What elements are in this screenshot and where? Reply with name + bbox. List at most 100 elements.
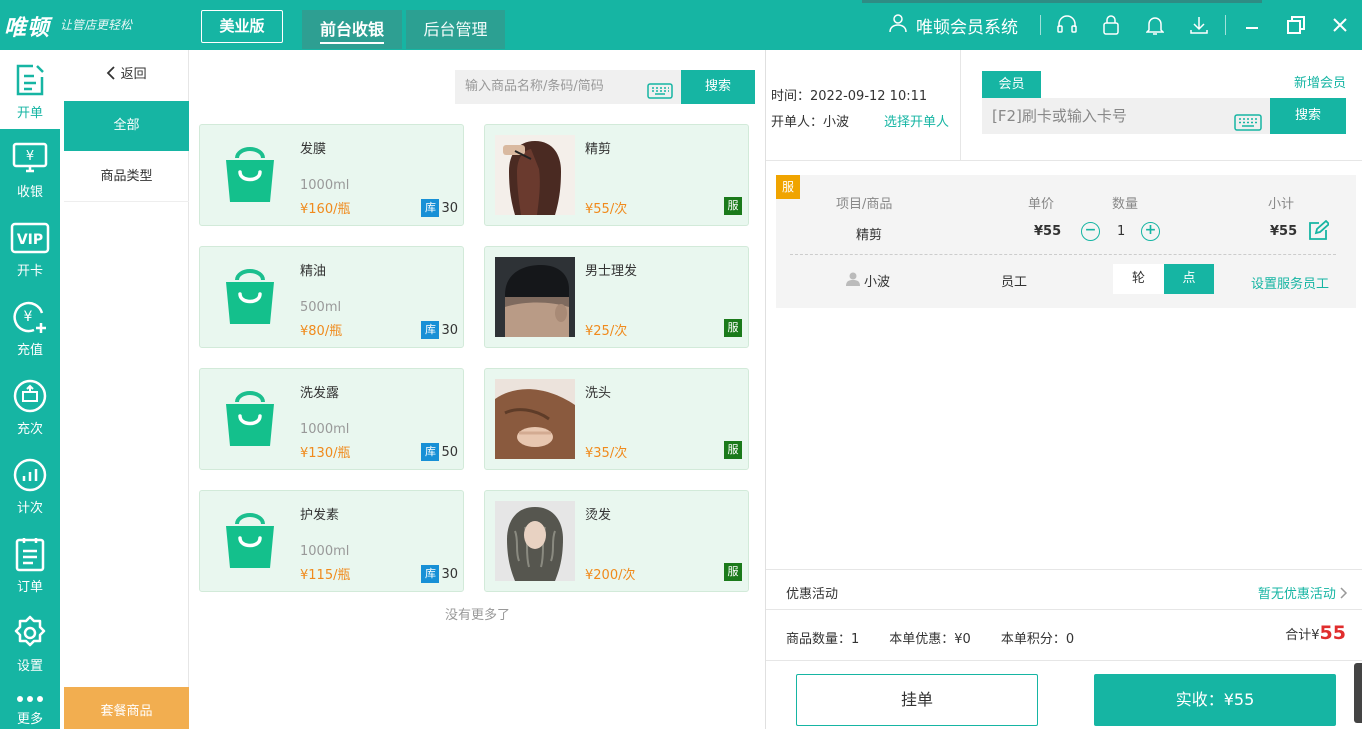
stock-count: 30 [441, 322, 458, 338]
service-badge: 服 [724, 563, 742, 581]
sidebar-item-orders[interactable]: 订单 [0, 524, 60, 603]
product-name: 洗头 [585, 386, 612, 401]
product-spec: 1000ml [300, 422, 350, 437]
restore-icon[interactable] [1274, 0, 1318, 50]
product-card[interactable]: 洗头 ¥35/次 服 [484, 368, 749, 470]
close-icon[interactable] [1318, 0, 1362, 50]
order-line-card: 服 项目/商品 单价 数量 小计 精剪 ¥55 − 1 + ¥55 小波 员工 … [776, 175, 1356, 308]
qty-plus-button[interactable]: + [1141, 222, 1160, 241]
stock-info: 库 50 [421, 443, 458, 461]
minus-icon: − [1081, 222, 1100, 241]
line-item-price: ¥55 [1034, 224, 1062, 239]
download-icon[interactable] [1177, 0, 1221, 50]
point-toggle[interactable]: 点 [1164, 264, 1214, 294]
category-type[interactable]: 商品类型 [64, 152, 189, 202]
total-value: 55 [1319, 622, 1346, 644]
product-price: ¥115/瓶 [300, 568, 351, 583]
product-search-input[interactable]: 输入商品名称/条码/简码 [455, 70, 681, 104]
category-panel: 返回 全部 商品类型 套餐商品 [64, 50, 189, 729]
sidebar-item-cashier[interactable]: ¥ 收银 [0, 129, 60, 208]
stock-count: 30 [441, 200, 458, 216]
sidebar-item-recharge[interactable]: ¥ 充值 [0, 287, 60, 366]
item-count: 商品数量：1 [786, 632, 860, 647]
category-all[interactable]: 全部 [64, 101, 189, 151]
sidebar-item-settings[interactable]: 设置 [0, 603, 60, 682]
gear-icon [0, 613, 60, 653]
tab-back-office[interactable]: 后台管理 [406, 10, 505, 49]
product-price: ¥35/次 [585, 446, 628, 461]
stock-info: 库 30 [421, 199, 458, 217]
set-service-staff-link[interactable]: 设置服务员工 [1251, 273, 1329, 292]
user-icon [888, 13, 916, 38]
service-tag: 服 [776, 175, 800, 199]
product-name: 男士理发 [585, 264, 638, 279]
window-controls: 唯顿会员系统 [888, 0, 1362, 50]
header-item: 项目/商品 [836, 197, 893, 212]
product-spec: 1000ml [300, 544, 350, 559]
haircut-photo [495, 135, 575, 215]
promo-selector[interactable]: 暂无优惠活动 [1258, 583, 1348, 602]
keyboard-icon[interactable] [647, 79, 673, 113]
member-tab[interactable]: 会员 [982, 71, 1041, 98]
order-opener: 开单人：小波 [771, 115, 850, 130]
svg-text:VIP: VIP [17, 232, 43, 248]
product-name: 精油 [300, 264, 327, 279]
product-card[interactable]: 烫发 ¥200/次 服 [484, 490, 749, 592]
order-stats: 商品数量：1 本单优惠：¥0 本单积分：0 [786, 628, 1074, 647]
app-logo: 唯顿 [4, 15, 51, 41]
headset-icon[interactable] [1045, 0, 1089, 50]
staff-role: 员工 [1001, 275, 1028, 290]
shopping-bag-icon [210, 501, 290, 581]
promo-label: 优惠活动 [786, 587, 839, 602]
minimize-icon[interactable] [1230, 0, 1274, 50]
choose-opener-link[interactable]: 选择开单人 [884, 111, 949, 130]
sidebar-item-refill-times[interactable]: 充次 [0, 366, 60, 445]
tab-front-cashier[interactable]: 前台收银 [302, 10, 402, 49]
edition-button[interactable]: 美业版 [201, 10, 283, 43]
stock-info: 库 30 [421, 321, 458, 339]
stock-info: 库 30 [421, 565, 458, 583]
vip-icon: VIP [0, 218, 60, 258]
no-more-text: 没有更多了 [444, 608, 510, 623]
product-card[interactable]: 护发素 1000ml ¥115/瓶 库 30 [199, 490, 464, 592]
new-member-link[interactable]: 新增会员 [1294, 72, 1346, 91]
lock-icon[interactable] [1089, 0, 1133, 50]
order-panel: 时间：2022-09-12 10:11 开单人：小波 选择开单人 会员 新增会员… [766, 50, 1362, 729]
app-slogan: 让管店更轻松 [60, 18, 133, 32]
pay-button[interactable]: 实收：¥55 [1094, 674, 1336, 726]
product-card[interactable]: 精剪 ¥55/次 服 [484, 124, 749, 226]
turn-toggle[interactable]: 轮 [1113, 264, 1164, 294]
plus-icon: + [1141, 222, 1160, 241]
keyboard-icon[interactable] [1234, 108, 1262, 144]
top-bar: 唯顿 让管店更轻松 美业版 前台收银 后台管理 唯顿会员系统 [0, 0, 1362, 50]
back-button[interactable]: 返回 [64, 50, 189, 100]
bell-icon[interactable] [1133, 0, 1177, 50]
product-card[interactable]: 发膜 1000ml ¥160/瓶 库 30 [199, 124, 464, 226]
sidebar-item-more[interactable]: 更多 [0, 682, 60, 729]
sidebar-item-open-card[interactable]: VIP 开卡 [0, 208, 60, 287]
product-name: 烫发 [585, 508, 612, 523]
product-card[interactable]: 精油 500ml ¥80/瓶 库 30 [199, 246, 464, 348]
shopping-bag-icon [210, 379, 290, 459]
sidebar-item-open-order[interactable]: 开单 [0, 50, 60, 129]
category-package[interactable]: 套餐商品 [64, 687, 189, 729]
product-search-button[interactable]: 搜索 [681, 70, 755, 104]
chevron-left-icon [106, 66, 120, 82]
product-name: 洗发露 [300, 386, 340, 401]
product-card[interactable]: 男士理发 ¥25/次 服 [484, 246, 749, 348]
scroll-edge [1354, 663, 1362, 723]
qty-minus-button[interactable]: − [1081, 222, 1100, 241]
hold-order-button[interactable]: 挂单 [796, 674, 1038, 726]
chevron-right-icon [1340, 587, 1348, 602]
sidebar-item-count[interactable]: 计次 [0, 445, 60, 524]
member-search-button[interactable]: 搜索 [1270, 98, 1346, 134]
edit-line-icon[interactable] [1307, 219, 1331, 246]
member-card-input[interactable]: [F2]刷卡或输入卡号 [982, 98, 1270, 134]
header-subtotal: 小计 [1268, 197, 1295, 212]
stock-count: 30 [441, 566, 458, 582]
product-card[interactable]: 洗发露 1000ml ¥130/瓶 库 50 [199, 368, 464, 470]
sidebar: 开单 ¥ 收银 VIP 开卡 ¥ 充值 充次 计次 订单 设置 更多 [0, 50, 60, 729]
line-item-qty[interactable]: 1 [1117, 224, 1125, 239]
edit-icon [0, 60, 60, 100]
perm-photo [495, 501, 575, 581]
